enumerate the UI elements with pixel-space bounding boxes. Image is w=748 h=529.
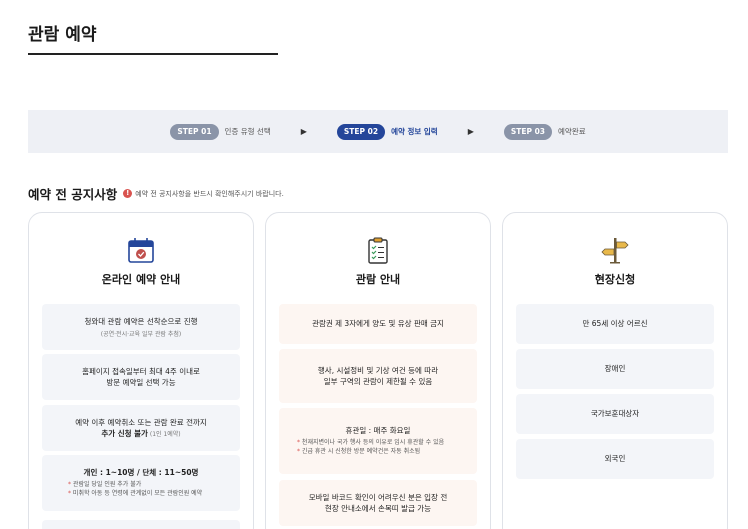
info-bullet: * 관람일 당일 인원 추가 불가 bbox=[68, 481, 142, 489]
info-text: 방문 예약일 선택 가능 bbox=[106, 378, 176, 387]
clipboard-checklist-icon bbox=[368, 237, 388, 264]
page-title: 관람 예약 bbox=[28, 25, 97, 45]
info-bullet: * 긴급 휴관 시 신청한 방문 예약건은 자동 취소됨 bbox=[297, 448, 421, 456]
info-bullet: * 미취학 아동 등 연령에 관계없이 모든 관람인원 예약 bbox=[68, 490, 203, 498]
info-box: 청와대 관람 예약은 선착순으로 진행 (공연·전시·교육 일부 관람 추첨) bbox=[42, 304, 240, 350]
info-text: 일부 구역의 관람이 제한될 수 있음 bbox=[323, 377, 433, 386]
card-title: 관람 안내 bbox=[355, 273, 401, 286]
step-arrow-icon: ▶ bbox=[467, 127, 474, 136]
info-box: 관람권 제 3자에게 양도 및 유상 판매 금지 bbox=[279, 304, 477, 344]
notice-heading: 예약 전 공지사항 ! 예약 전 공지사항을 반드시 확인해주시기 바랍니다. bbox=[28, 184, 284, 203]
step-3-badge: STEP 03 bbox=[503, 123, 553, 140]
info-box: 개인 : 1~10명 / 단체 : 11~50명 * 관람일 당일 인원 추가 … bbox=[42, 455, 240, 511]
step-2-label: 예약 정보 입력 bbox=[391, 127, 438, 136]
info-text: 홈페이지 접속일부터 최대 4주 이내로 bbox=[82, 366, 200, 376]
info-box bbox=[42, 520, 240, 529]
info-bullet: * 천재지변이나 국가 행사 등의 이유로 임시 휴관할 수 있음 bbox=[297, 439, 445, 447]
calendar-check-icon bbox=[128, 238, 154, 263]
info-subtext: (공연·전시·교육 일부 관람 추첨) bbox=[100, 331, 182, 339]
step-3: STEP 03 예약완료 bbox=[503, 123, 586, 140]
step-progress-bar: STEP 01 인증 유형 선택 ▶ STEP 02 예약 정보 입력 ▶ ST… bbox=[28, 110, 728, 153]
info-text: 모바일 바코드 확인이 어려우신 분은 입장 전 bbox=[308, 492, 448, 502]
step-2: STEP 02 예약 정보 입력 bbox=[336, 123, 438, 140]
info-text: 만 65세 이상 어르신 bbox=[582, 319, 648, 329]
step-1: STEP 01 인증 유형 선택 bbox=[170, 123, 271, 140]
notice-title: 예약 전 공지사항 bbox=[28, 187, 118, 202]
info-note: (1인 1예약) bbox=[147, 431, 181, 438]
info-box: 예약 이후 예약취소 또는 관람 완료 전까지 추가 신청 불가 (1인 1예약… bbox=[42, 405, 240, 451]
on-site-application-card: 현장신청 만 65세 이상 어르신 장애인 국가보훈대상자 외국인 bbox=[502, 212, 728, 529]
info-text: 예약 이후 예약취소 또는 관람 완료 전까지 bbox=[75, 417, 207, 427]
warning-icon: ! bbox=[123, 189, 133, 198]
info-box: 행사, 시설정비 및 기상 여건 등에 따라 일부 구역의 관람이 제한될 수 … bbox=[279, 349, 477, 403]
info-text: 청와대 관람 예약은 선착순으로 진행 bbox=[84, 316, 198, 326]
visit-guide-card: 관람 안내 관람권 제 3자에게 양도 및 유상 판매 금지 행사, 시설정비 … bbox=[265, 212, 491, 529]
info-box: 모바일 바코드 확인이 어려우신 분은 입장 전 현장 안내소에서 손목띠 발급… bbox=[279, 480, 477, 526]
info-text: 개인 : 1~10명 / 단체 : 11~50명 bbox=[83, 468, 199, 478]
title-underline bbox=[28, 53, 278, 55]
info-text: 장애인 bbox=[604, 364, 626, 374]
signpost-icon bbox=[601, 238, 629, 264]
card-title: 온라인 예약 안내 bbox=[101, 273, 181, 286]
info-text: 관람권 제 3자에게 양도 및 유상 판매 금지 bbox=[312, 319, 444, 329]
info-box: 국가보훈대상자 bbox=[516, 394, 714, 434]
step-1-label: 인증 유형 선택 bbox=[224, 127, 271, 136]
info-text-line2: 추가 신청 불가 (1인 1예약) bbox=[101, 428, 180, 439]
step-3-label: 예약완료 bbox=[558, 127, 586, 136]
info-text: 현장 안내소에서 손목띠 발급 가능 bbox=[324, 504, 432, 513]
info-box: 장애인 bbox=[516, 349, 714, 389]
info-box: 홈페이지 접속일부터 최대 4주 이내로 방문 예약일 선택 가능 bbox=[42, 354, 240, 400]
step-arrow-icon: ▶ bbox=[300, 127, 307, 136]
info-text: 외국인 bbox=[604, 454, 626, 464]
info-box: 휴관일 : 매주 화요일 * 천재지변이나 국가 행사 등의 이유로 임시 휴관… bbox=[279, 408, 477, 474]
info-box: 외국인 bbox=[516, 439, 714, 479]
info-emphasis: 추가 신청 불가 bbox=[101, 429, 148, 438]
step-2-badge: STEP 02 bbox=[336, 123, 386, 140]
online-reservation-card: 온라인 예약 안내 청와대 관람 예약은 선착순으로 진행 (공연·전시·교육 … bbox=[28, 212, 254, 529]
step-1-badge: STEP 01 bbox=[170, 123, 219, 140]
info-text: 휴관일 : 매주 화요일 bbox=[345, 426, 411, 436]
info-text: 행사, 시설정비 및 기상 여건 등에 따라 bbox=[317, 365, 439, 375]
info-text: 국가보훈대상자 bbox=[590, 409, 640, 419]
notice-subtitle: 예약 전 공지사항을 반드시 확인해주시기 바랍니다. bbox=[135, 189, 284, 198]
card-title: 현장신청 bbox=[594, 273, 636, 286]
info-box: 만 65세 이상 어르신 bbox=[516, 304, 714, 344]
